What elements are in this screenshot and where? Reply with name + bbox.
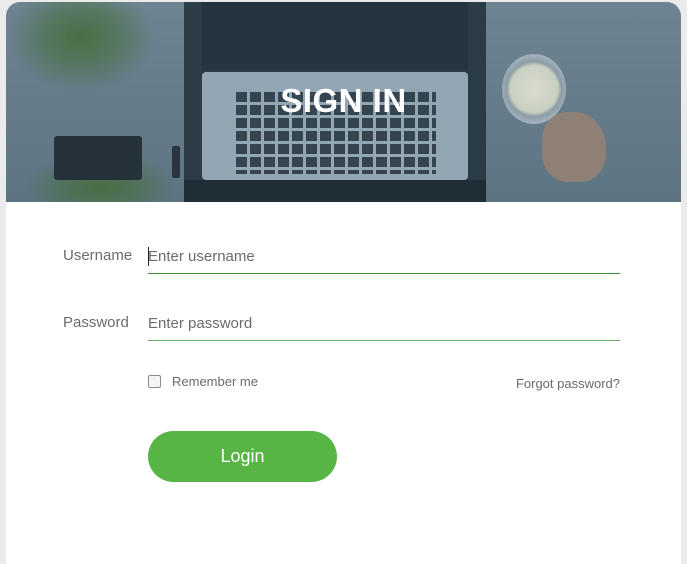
notebook-image [54,136,142,180]
login-button[interactable]: Login [148,431,337,482]
laptop-screen-image [202,2,468,70]
sign-in-card: SIGN IN Username Password Remember me Fo… [6,2,681,564]
username-label: Username [63,247,133,264]
plant-image [6,2,156,92]
second-laptop-image [184,180,486,202]
text-cursor [148,247,149,266]
password-input[interactable] [148,306,620,341]
page-title: SIGN IN [280,82,407,119]
pen-image [172,146,180,178]
username-input[interactable] [148,239,620,274]
password-label: Password [63,314,129,331]
remember-me-label: Remember me [172,374,258,389]
remember-me-control[interactable]: Remember me [148,374,258,389]
forgot-password-link[interactable]: Forgot password? [516,376,620,391]
remember-me-checkbox[interactable] [148,375,161,388]
hero-banner: SIGN IN [6,2,681,202]
hand-image [542,112,606,182]
